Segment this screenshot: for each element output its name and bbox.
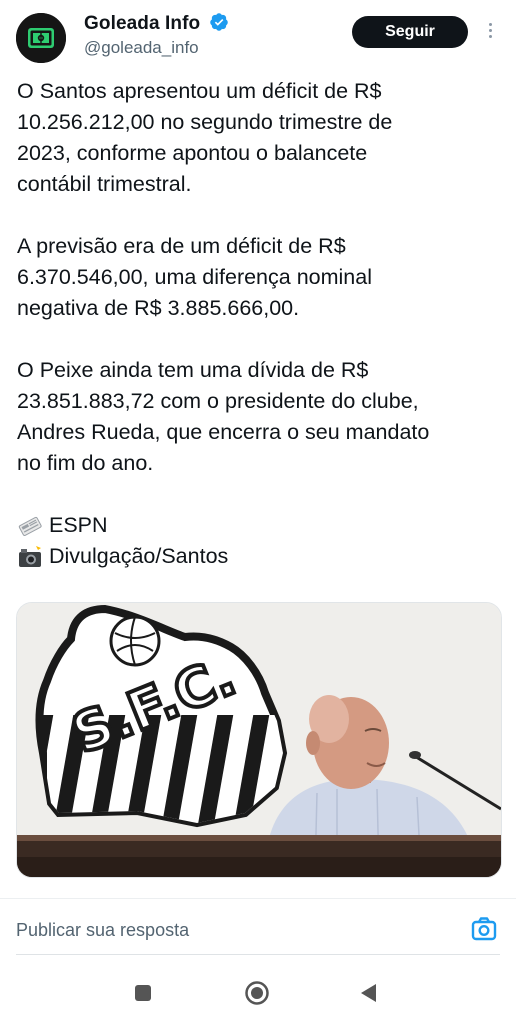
photo-santos-president: S.F.C.	[17, 603, 501, 877]
source-line-divulgacao: Divulgação/Santos	[17, 541, 503, 572]
back-icon[interactable]	[356, 980, 382, 1006]
tweet-paragraph-1: O Santos apresentou um déficit de R$ 10.…	[17, 76, 503, 200]
tweet-paragraph-3: O Peixe ainda tem uma dívida de R$ 23.85…	[17, 355, 503, 479]
recents-icon[interactable]	[130, 980, 156, 1006]
divider	[0, 898, 516, 899]
verified-badge-icon	[209, 13, 228, 31]
text-line: O Santos apresentou um déficit de R$	[17, 79, 382, 103]
source-divulgacao-text: Divulgação/Santos	[49, 544, 229, 568]
tweet-paragraph-2: A previsão era de um déficit de R$ 6.370…	[17, 231, 503, 324]
avatar[interactable]	[16, 13, 66, 63]
follow-button[interactable]: Seguir	[352, 16, 468, 48]
tweet-photo[interactable]: S.F.C.	[16, 602, 502, 878]
tweet-text: O Santos apresentou um déficit de R$ 10.…	[17, 76, 503, 572]
account-handle[interactable]: @goleada_info	[84, 38, 199, 58]
system-nav-bar	[0, 960, 516, 1024]
tweet-header: Goleada Info @goleada_info Seguir	[0, 0, 516, 70]
text-line: 10.256.212,00 no segundo trimestre de	[17, 110, 393, 134]
reply-input[interactable]	[16, 914, 456, 946]
text-line: no fim do ano.	[17, 451, 154, 475]
text-line: 23.851.883,72 com o presidente do clube,	[17, 389, 419, 413]
camera-flash-icon	[19, 545, 41, 567]
more-options-icon[interactable]	[484, 20, 496, 46]
text-line: A previsão era de um déficit de R$	[17, 234, 346, 258]
text-line: negativa de R$ 3.885.666,00.	[17, 296, 300, 320]
source-line-espn: ESPN	[17, 510, 503, 541]
text-line: contábil trimestral.	[17, 172, 192, 196]
text-line: Andres Rueda, que encerra o seu mandato	[17, 420, 430, 444]
reply-underline	[16, 954, 500, 955]
account-name[interactable]: Goleada Info	[84, 13, 200, 34]
text-line: 6.370.546,00, uma diferença nominal	[17, 265, 372, 289]
source-espn-text: ESPN	[49, 513, 108, 537]
newspaper-icon	[18, 516, 42, 536]
account-name-row[interactable]: Goleada Info	[84, 12, 229, 35]
goleada-logo-icon	[16, 13, 66, 63]
text-line: 2023, conforme apontou o balancete	[17, 141, 368, 165]
text-line: O Peixe ainda tem uma dívida de R$	[17, 358, 369, 382]
home-icon[interactable]	[244, 980, 270, 1006]
camera-icon[interactable]	[470, 915, 498, 943]
